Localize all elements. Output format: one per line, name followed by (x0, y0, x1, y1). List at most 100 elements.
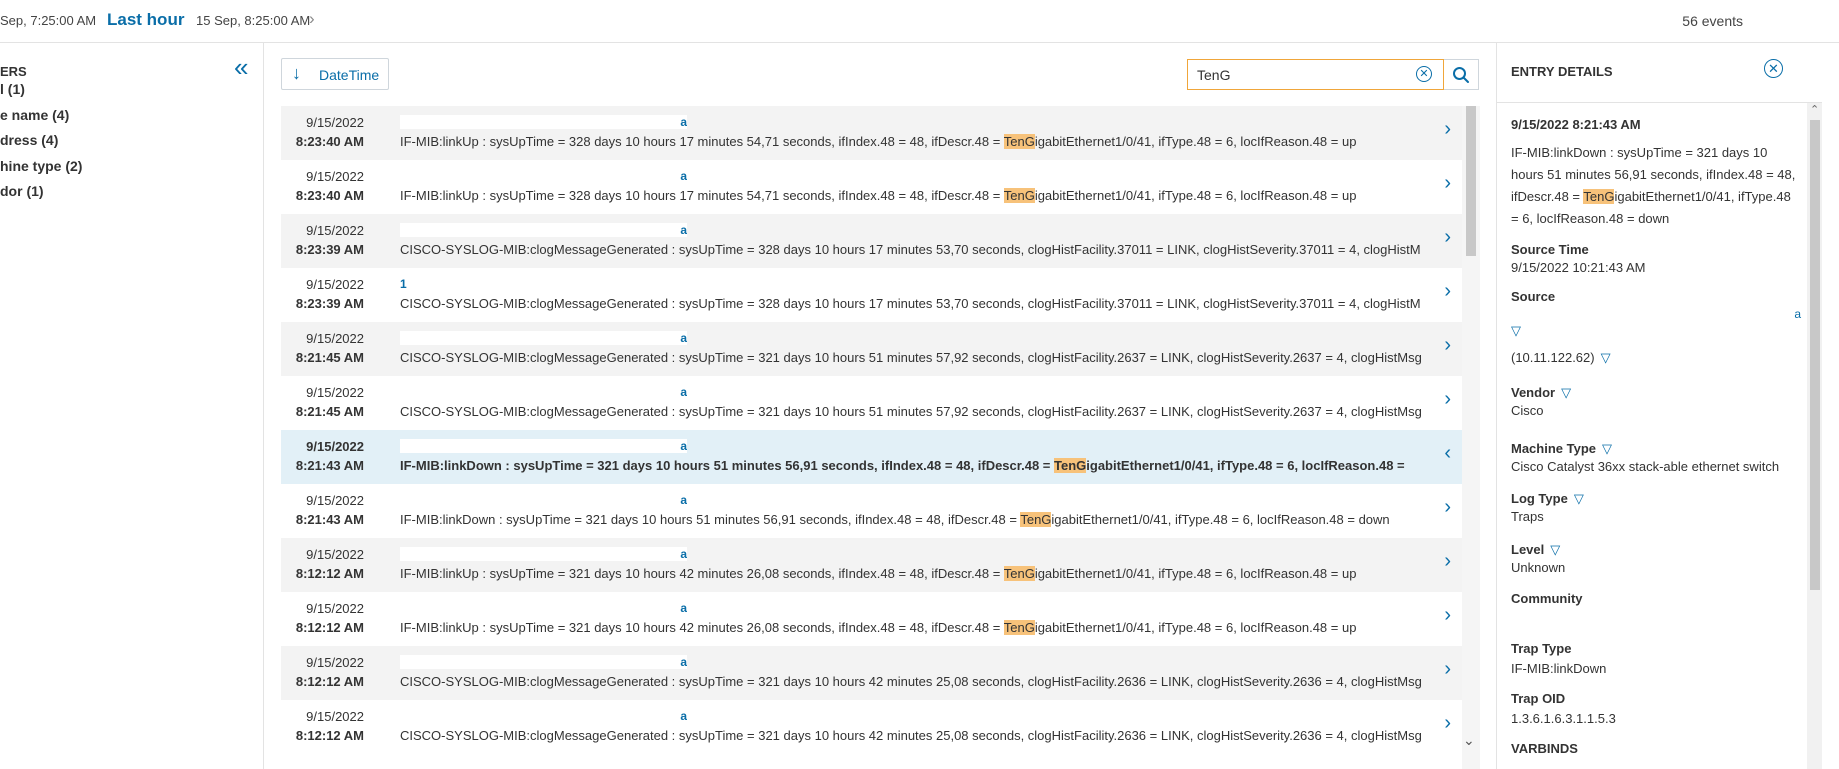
filter-group[interactable]: e name (4) (0, 107, 69, 123)
search-highlight: TenG (1003, 188, 1035, 203)
funnel-icon[interactable]: ▽ (1550, 542, 1560, 558)
chevron-right-icon[interactable]: › (1444, 227, 1451, 247)
event-message: CISCO-SYSLOG-MIB:clogMessageGenerated : … (400, 296, 1421, 311)
scrollbar-thumb[interactable] (1466, 106, 1476, 256)
sort-label: DateTime (319, 67, 380, 83)
event-date: 9/15/2022 (306, 169, 364, 184)
trap-oid-value: 1.3.6.1.6.3.1.1.5.3 (1511, 711, 1616, 726)
chevron-right-icon[interactable]: › (1444, 605, 1451, 625)
chevron-right-icon[interactable]: › (1444, 713, 1451, 733)
close-circle-icon[interactable]: ✕ (1764, 59, 1783, 78)
event-source[interactable]: a (400, 169, 687, 183)
event-row[interactable]: 9/15/2022 8:12:12 AM a CISCO-SYSLOG-MIB:… (281, 646, 1462, 700)
event-row[interactable]: 9/15/2022 8:21:45 AM a CISCO-SYSLOG-MIB:… (281, 322, 1462, 376)
event-source[interactable]: 1 (400, 277, 420, 291)
chevron-right-icon[interactable]: › (1444, 389, 1451, 409)
event-count: 56 events (1682, 13, 1743, 29)
list-scrollbar[interactable] (1462, 106, 1480, 769)
event-time: 8:21:43 AM (295, 458, 364, 473)
event-message: IF-MIB:linkDown : sysUpTime = 321 days 1… (400, 458, 1405, 473)
search-box: ✕ (1187, 59, 1444, 90)
event-row[interactable]: 9/15/2022 8:21:45 AM a CISCO-SYSLOG-MIB:… (281, 376, 1462, 430)
range-label[interactable]: Last hour (107, 10, 184, 30)
chevron-right-icon[interactable]: › (1444, 335, 1451, 355)
event-source[interactable]: a (400, 601, 687, 615)
event-message: IF-MIB:linkUp : sysUpTime = 321 days 10 … (400, 620, 1357, 635)
search-highlight: TenG (1003, 620, 1035, 635)
event-time: 8:12:12 AM (295, 620, 364, 635)
event-row[interactable]: 9/15/2022 8:23:39 AM a CISCO-SYSLOG-MIB:… (281, 214, 1462, 268)
chevron-right-icon[interactable]: › (1444, 497, 1451, 517)
event-row[interactable]: 9/15/2022 8:12:12 AM a CISCO-SYSLOG-MIB:… (281, 700, 1462, 754)
event-source[interactable]: a (400, 547, 687, 561)
funnel-icon[interactable]: ▽ (1574, 491, 1584, 507)
funnel-icon[interactable]: ▽ (1602, 441, 1612, 457)
event-date: 9/15/2022 (306, 709, 364, 724)
time-range-bar: Sep, 7:25:00 AM Last hour 15 Sep, 8:25:0… (0, 0, 1839, 43)
funnel-icon[interactable]: ▽ (1511, 323, 1521, 339)
chevron-right-icon[interactable]: › (1444, 551, 1451, 571)
filter-group[interactable]: hine type (2) (0, 158, 82, 174)
event-source[interactable]: a (400, 709, 687, 723)
event-time: 8:23:39 AM (295, 242, 364, 257)
chevron-up-icon[interactable]: ⌃ (1810, 103, 1819, 116)
double-chevron-left-icon[interactable]: « (234, 54, 248, 80)
event-date: 9/15/2022 (306, 601, 364, 616)
event-date: 9/15/2022 (306, 223, 364, 238)
details-scrollbar[interactable]: ⌃ (1807, 103, 1822, 769)
chevron-down-icon[interactable]: ⌄ (1463, 732, 1475, 749)
event-time: 8:21:45 AM (295, 350, 364, 365)
trap-type-value: IF-MIB:linkDown (1511, 661, 1607, 676)
arrow-down-icon: ↓ (292, 63, 301, 83)
log-type-label-row: Log Type ▽ (1511, 491, 1801, 507)
event-time: 8:12:12 AM (295, 674, 364, 689)
funnel-icon[interactable]: ▽ (1601, 350, 1611, 366)
community-label: Community (1511, 591, 1583, 606)
event-source[interactable]: a (400, 331, 687, 345)
event-row[interactable]: 9/15/2022 8:23:39 AM 1 CISCO-SYSLOG-MIB:… (281, 268, 1462, 322)
event-source[interactable]: a (400, 115, 687, 129)
filter-group[interactable]: dress (4) (0, 132, 58, 148)
event-row[interactable]: 9/15/2022 8:21:43 AM a IF-MIB:linkDown :… (281, 484, 1462, 538)
event-source[interactable]: a (400, 655, 687, 669)
event-time: 8:23:39 AM (295, 296, 364, 311)
source-ip-row: (10.11.122.62) ▽ (1511, 350, 1801, 366)
event-row[interactable]: 9/15/2022 8:23:40 AM a IF-MIB:linkUp : s… (281, 106, 1462, 160)
event-source[interactable]: a (400, 439, 687, 453)
scrollbar-thumb[interactable] (1810, 120, 1820, 590)
filter-group[interactable]: dor (1) (0, 183, 44, 199)
event-row[interactable]: 9/15/2022 8:12:12 AM a IF-MIB:linkUp : s… (281, 592, 1462, 646)
search-input[interactable] (1197, 64, 1402, 85)
source-name[interactable]: a (1511, 307, 1801, 321)
event-message: CISCO-SYSLOG-MIB:clogMessageGenerated : … (400, 242, 1421, 257)
chevron-right-icon[interactable]: › (1444, 659, 1451, 679)
event-message: CISCO-SYSLOG-MIB:clogMessageGenerated : … (400, 728, 1422, 743)
event-time: 8:12:12 AM (295, 728, 364, 743)
chevron-right-icon[interactable]: › (1444, 173, 1451, 193)
sort-button[interactable]: ↓ DateTime (281, 58, 389, 90)
event-source[interactable]: a (400, 385, 687, 399)
event-message: IF-MIB:linkUp : sysUpTime = 328 days 10 … (400, 134, 1357, 149)
event-row[interactable]: 9/15/2022 8:12:12 AM a IF-MIB:linkUp : s… (281, 538, 1462, 592)
event-row-selected[interactable]: 9/15/2022 8:21:43 AM a IF-MIB:linkDown :… (281, 430, 1462, 484)
event-time: 8:12:12 AM (295, 566, 364, 581)
filter-group[interactable]: l (1) (0, 81, 25, 97)
funnel-icon[interactable]: ▽ (1561, 385, 1571, 401)
search-button[interactable] (1444, 59, 1479, 90)
event-source[interactable]: a (400, 493, 687, 507)
chevron-right-icon[interactable]: › (309, 9, 315, 29)
chevron-left-icon[interactable]: ‹ (1444, 443, 1451, 463)
vendor-value: Cisco (1511, 403, 1544, 418)
chevron-right-icon[interactable]: › (1444, 281, 1451, 301)
event-source[interactable]: a (400, 223, 687, 237)
search-highlight: TenG (1003, 566, 1035, 581)
event-row[interactable]: 9/15/2022 8:23:40 AM a IF-MIB:linkUp : s… (281, 160, 1462, 214)
clear-circle-icon[interactable]: ✕ (1416, 66, 1432, 82)
range-start[interactable]: Sep, 7:25:00 AM (0, 13, 96, 28)
event-list: 9/15/2022 8:23:40 AM a IF-MIB:linkUp : s… (281, 106, 1480, 769)
event-date: 9/15/2022 (306, 493, 364, 508)
range-end[interactable]: 15 Sep, 8:25:00 AM (196, 13, 310, 28)
event-time: 8:21:45 AM (295, 404, 364, 419)
chevron-right-icon[interactable]: › (1444, 119, 1451, 139)
filters-title: ERS (0, 64, 27, 79)
